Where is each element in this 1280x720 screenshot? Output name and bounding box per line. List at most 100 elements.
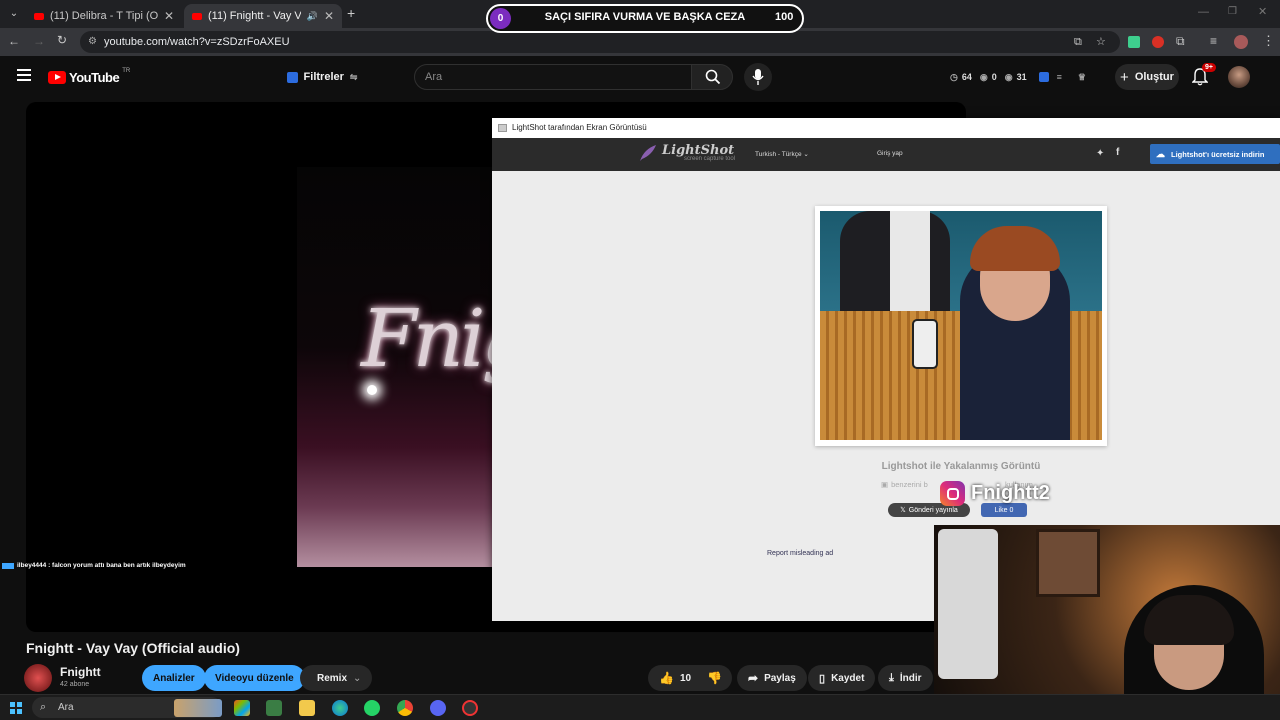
back-icon[interactable]: ←: [8, 34, 20, 48]
tab-title: (11) Fnightt - Vay Vay (Offic: [208, 10, 301, 22]
instagram-icon: [940, 481, 965, 506]
edge-icon[interactable]: [332, 700, 348, 716]
share-button[interactable]: ➦ Paylaş: [737, 665, 807, 691]
chevron-down-icon: ⌄: [353, 672, 362, 684]
close-window-icon[interactable]: ✕: [1258, 5, 1267, 18]
bookmark-star-icon[interactable]: ☆: [1096, 31, 1106, 53]
edit-video-button[interactable]: Videoyu düzenle: [204, 665, 305, 691]
plus-icon: +: [1120, 68, 1129, 86]
copilot-icon[interactable]: [234, 700, 250, 716]
microphone-icon: [752, 69, 764, 85]
share-icon: ➦: [748, 671, 759, 685]
donation-goal-text: SAÇI SIFIRA VURMA VE BAŞKA CEZA: [544, 11, 746, 23]
chat-message: ilbey4444 : falcon yorum attı bana ben a…: [17, 562, 186, 569]
filters-button[interactable]: Filtreler ⇋: [286, 65, 358, 89]
search-button[interactable]: [691, 64, 733, 90]
install-lightshot-button[interactable]: ☁ Lightshot'ı ücretsiz indirin: [1150, 144, 1280, 164]
report-ad-link[interactable]: Report misleading ad: [767, 550, 833, 557]
bookmark-icon: ▯: [819, 672, 826, 685]
remix-button[interactable]: Remix ⌄: [300, 665, 372, 691]
similar-images-link[interactable]: ▣ benzerini b: [881, 480, 928, 489]
image-caption: Lightshot ile Yakalanmış Görüntü: [881, 461, 1041, 472]
window-title: LightShot tarafından Ekran Görüntüsü: [512, 123, 647, 132]
maximize-icon[interactable]: ❐: [1228, 6, 1237, 17]
chrome-icon[interactable]: [397, 700, 413, 716]
account-avatar[interactable]: [1228, 66, 1250, 88]
screenshot-image[interactable]: [820, 211, 1102, 440]
whatsapp-icon[interactable]: [364, 700, 380, 716]
ext-icon[interactable]: [1038, 72, 1049, 82]
lightshot-titlebar[interactable]: LightShot tarafından Ekran Görüntüsü: [492, 118, 1280, 138]
download-button[interactable]: ⤓ İndir: [878, 665, 933, 691]
analytics-button[interactable]: Analizler: [142, 665, 206, 691]
youtube-logo[interactable]: YouTube TR: [48, 68, 130, 85]
eye-icon: ◉: [979, 71, 988, 82]
tab-fnightt[interactable]: (11) Fnightt - Vay Vay (Offic 🔊 ✕: [184, 4, 342, 28]
extension-green-icon[interactable]: [1128, 36, 1140, 48]
tab-search-chevron-icon[interactable]: ⌄: [6, 6, 22, 22]
lightshot-navbar: LightShot screen capture tool Turkish - …: [492, 138, 1280, 171]
webcam-overlay: [934, 525, 1280, 720]
window-app-icon: [498, 124, 507, 132]
download-cloud-icon: ☁: [1156, 148, 1165, 159]
language-select[interactable]: Turkish - Türkçe ⌄: [755, 150, 809, 158]
search-input[interactable]: Ara: [414, 64, 692, 90]
minimize-icon[interactable]: —: [1198, 6, 1209, 18]
search-icon: [705, 69, 721, 85]
save-button[interactable]: ▯ Kaydet: [808, 665, 876, 691]
channel-avatar[interactable]: [24, 664, 52, 692]
profile-avatar[interactable]: [1234, 35, 1248, 49]
tab-title: (11) Delibra - T Tipi (Official M: [50, 10, 158, 22]
new-tab-icon[interactable]: +: [347, 5, 355, 21]
store-icon[interactable]: [266, 700, 282, 716]
windows-start-icon[interactable]: [10, 702, 22, 714]
extensions-puzzle-icon[interactable]: ⧉: [1176, 34, 1185, 49]
login-link[interactable]: Giriş yap: [877, 150, 903, 157]
forward-icon[interactable]: →: [33, 34, 45, 48]
twitter-icon[interactable]: ✦: [1096, 148, 1104, 159]
notification-badge: 9+: [1202, 63, 1216, 72]
close-tab-icon[interactable]: ✕: [324, 9, 334, 23]
media-control-icon[interactable]: ≡: [1210, 34, 1217, 48]
install-app-icon[interactable]: ⧉: [1074, 31, 1082, 53]
weather-widget-icon[interactable]: [174, 699, 222, 717]
wall-photo: [1036, 529, 1100, 597]
hamburger-menu-icon[interactable]: [17, 69, 31, 81]
facebook-icon[interactable]: f: [1116, 147, 1119, 158]
youtube-favicon-icon: [34, 12, 44, 20]
thumbs-up-icon: 👍: [659, 671, 674, 685]
chat-badge-icon: [2, 562, 14, 569]
viewers-icon: ◉: [1004, 71, 1013, 82]
url-field[interactable]: ⚙ youtube.com/watch?v=zSDzrFoAXEU ⧉ ☆: [80, 31, 1120, 53]
windows-taskbar: ⌕ Ara: [0, 694, 1280, 720]
like-button[interactable]: 👍 10: [659, 671, 691, 685]
instagram-handle: Fnightt2: [971, 482, 1050, 504]
youtube-header: YouTube TR Filtreler ⇋ Ara ◷ 64 ◉ 0 ◉ 31 ≡ …: [0, 56, 1280, 100]
feather-icon: [640, 145, 656, 161]
channel-name[interactable]: Fnightt: [60, 665, 101, 679]
create-button[interactable]: + Oluştur: [1115, 64, 1179, 90]
tab-delibra[interactable]: (11) Delibra - T Tipi (Official M ✕: [26, 4, 182, 28]
video-title: Fnightt - Vay Vay (Official audio): [26, 640, 240, 656]
file-explorer-icon[interactable]: [299, 700, 315, 716]
search-icon: ⌕: [40, 701, 47, 713]
site-info-icon[interactable]: ⚙: [88, 31, 97, 53]
discord-icon[interactable]: [430, 700, 446, 716]
list-icon[interactable]: ≡: [1057, 72, 1062, 82]
screenshot-image-frame: [815, 206, 1107, 446]
voice-search-button[interactable]: [744, 63, 772, 91]
obs-icon[interactable]: [462, 700, 478, 716]
trophy-icon[interactable]: ♕: [1078, 72, 1086, 83]
thumbs-down-icon[interactable]: 👎: [707, 671, 722, 685]
instagram-overlay: Fnightt2: [940, 481, 1050, 506]
notifications-button[interactable]: 9+: [1192, 63, 1216, 86]
close-tab-icon[interactable]: ✕: [164, 9, 174, 23]
reload-icon[interactable]: ↻: [57, 33, 67, 47]
browser-menu-icon[interactable]: ⋮: [1262, 33, 1275, 49]
x-logo-icon: 𝕏: [900, 507, 906, 514]
extension-red-icon[interactable]: [1152, 36, 1164, 48]
speaker-icon[interactable]: 🔊: [307, 11, 318, 22]
lightshot-logo[interactable]: LightShot screen capture tool: [638, 143, 735, 163]
youtube-play-icon: [48, 71, 66, 84]
camera-icon: ▣: [881, 480, 889, 489]
